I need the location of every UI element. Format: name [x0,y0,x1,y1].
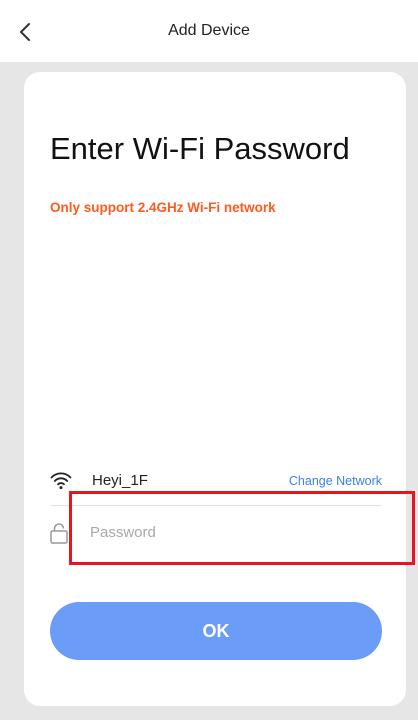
network-notice: Only support 2.4GHz Wi-Fi network [50,200,276,215]
change-network-link[interactable]: Change Network [289,474,382,488]
password-row [50,512,382,552]
page-title: Enter Wi-Fi Password [50,131,350,166]
header: Add Device [0,0,418,62]
divider [50,505,382,506]
ok-button[interactable]: OK [50,602,382,660]
page-header-title: Add Device [168,22,250,39]
wifi-network-name: Heyi_1F [92,472,148,489]
wifi-network-row: Heyi_1F Change Network [50,468,382,496]
wifi-icon [50,472,72,490]
lock-icon [50,523,68,544]
password-input[interactable] [90,516,370,548]
